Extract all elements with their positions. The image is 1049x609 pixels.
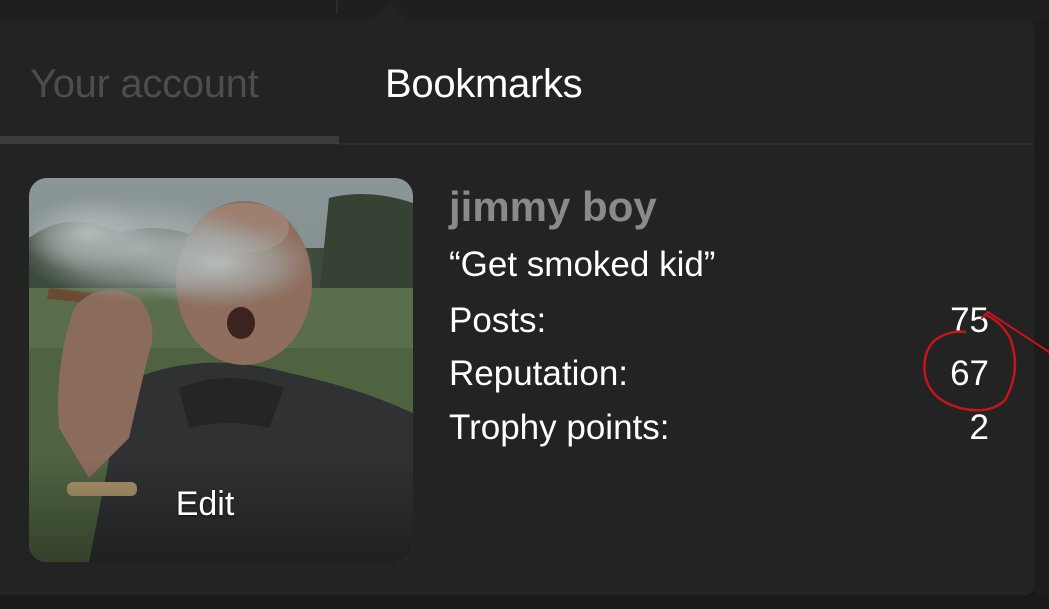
tab-bookmarks[interactable]: Bookmarks bbox=[385, 60, 583, 108]
account-popup-screen: Your account Bookmarks Edit jimmy boy “G… bbox=[0, 0, 1049, 609]
bottom-strip bbox=[0, 595, 1049, 609]
username[interactable]: jimmy boy bbox=[449, 182, 657, 232]
stat-trophy-points: Trophy points: 2 bbox=[449, 405, 989, 451]
stat-label: Trophy points: bbox=[449, 408, 670, 447]
stat-label: Reputation: bbox=[449, 354, 629, 393]
tab-your-account[interactable]: Your account bbox=[30, 60, 259, 108]
stat-label: Posts: bbox=[449, 301, 547, 340]
stat-reputation: Reputation: 67 bbox=[449, 351, 989, 397]
panel-edge bbox=[1034, 20, 1049, 609]
tabs-divider bbox=[339, 143, 1034, 145]
popup-pointer-caret bbox=[370, 2, 410, 22]
stat-value[interactable]: 2 bbox=[970, 405, 989, 451]
stat-value[interactable]: 75 bbox=[950, 298, 989, 344]
stat-value[interactable]: 67 bbox=[950, 351, 989, 397]
account-tabs: Your account Bookmarks bbox=[0, 20, 1034, 145]
edit-avatar-label[interactable]: Edit bbox=[29, 484, 397, 524]
avatar[interactable]: Edit bbox=[29, 178, 413, 562]
top-navigation-bar bbox=[0, 0, 1049, 22]
tab-indicator bbox=[0, 136, 339, 144]
topbar-divider bbox=[336, 0, 338, 14]
user-custom-title: “Get smoked kid” bbox=[449, 245, 716, 284]
stat-posts: Posts: 75 bbox=[449, 298, 989, 344]
